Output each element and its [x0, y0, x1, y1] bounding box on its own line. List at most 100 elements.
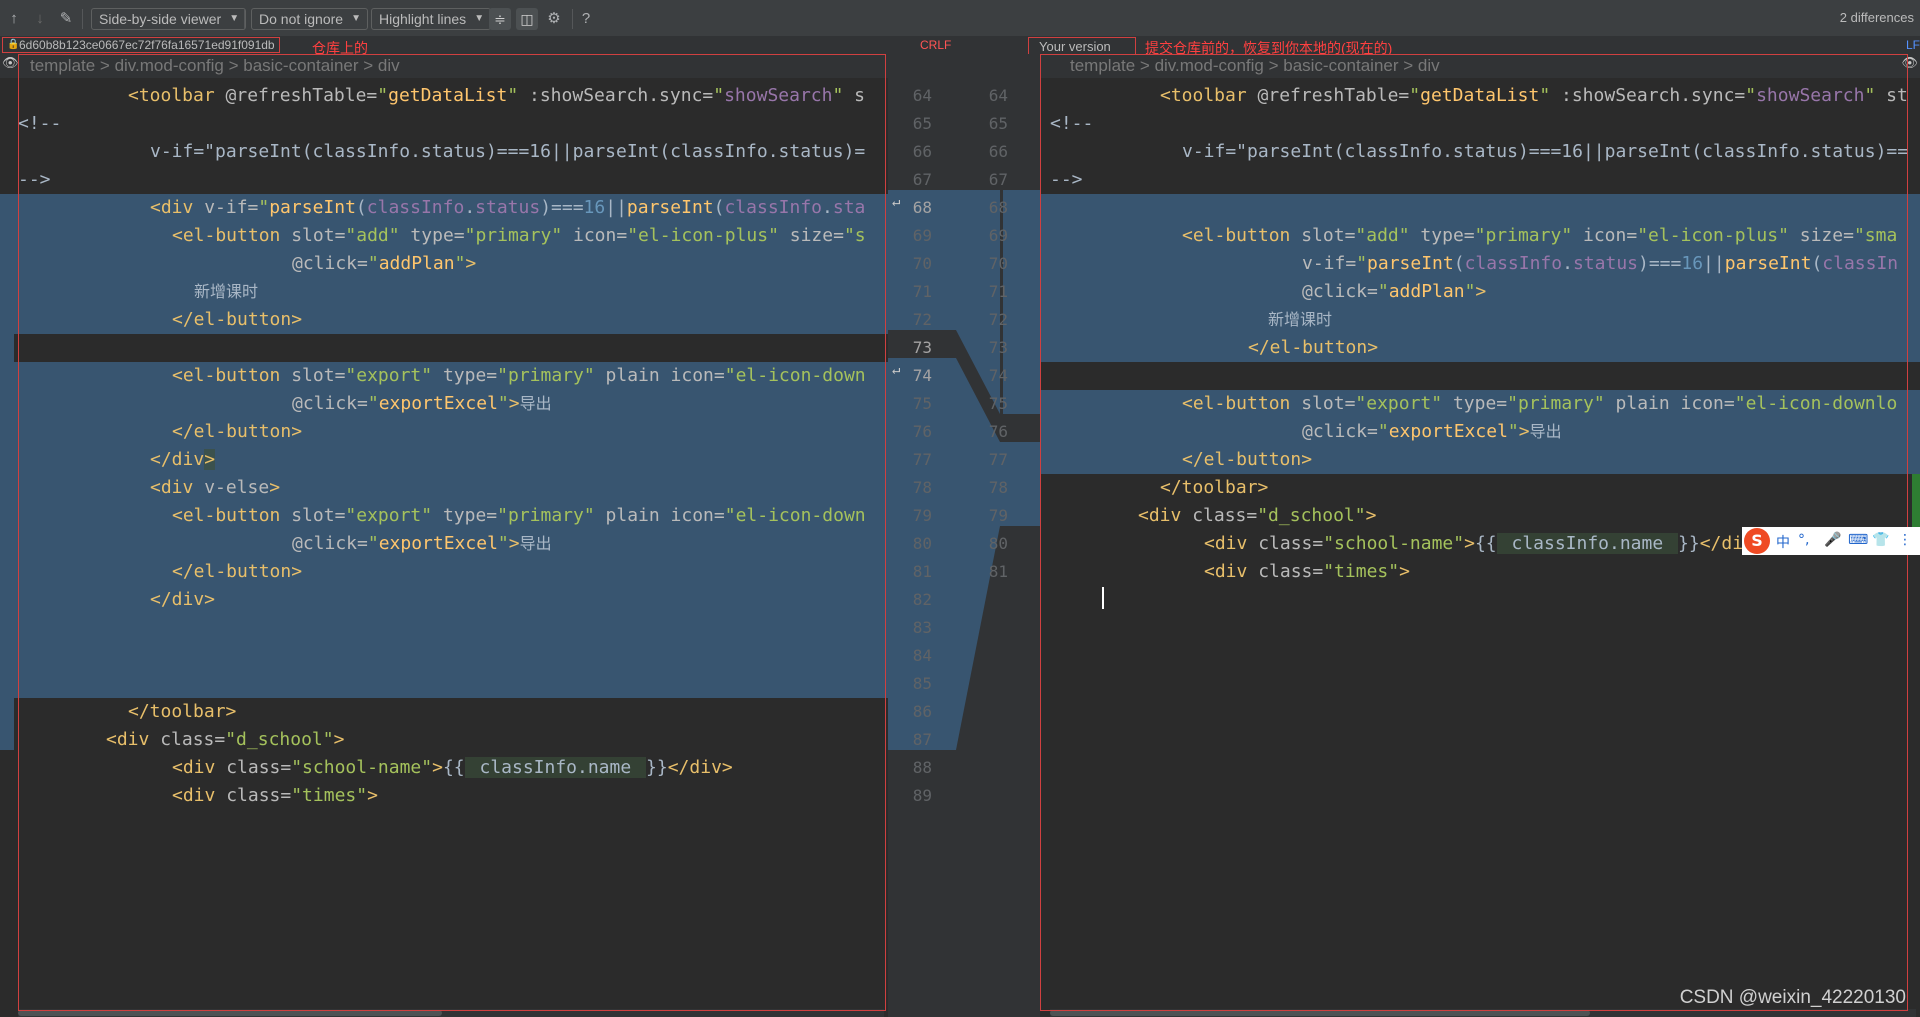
horizontal-scrollbar[interactable]: [1050, 1009, 1916, 1017]
right-line-number: 64: [988, 86, 1008, 105]
left-editor-pane[interactable]: template > div.mod-config > basic-contai…: [0, 54, 888, 1017]
code-line[interactable]: @click="addPlan">: [0, 250, 888, 278]
whitespace-dropdown[interactable]: Do not ignore ▼: [251, 8, 369, 30]
viewer-mode-dropdown[interactable]: Side-by-side viewer ▼: [91, 8, 247, 30]
code-line[interactable]: [1040, 362, 1920, 390]
code-line[interactable]: @click="exportExcel">导出: [0, 390, 888, 418]
code-line[interactable]: <el-button slot="export" type="primary" …: [0, 502, 888, 530]
right-line-number: 65: [988, 114, 1008, 133]
code-line[interactable]: <div class="d_school">: [0, 726, 888, 754]
previous-difference-icon[interactable]: ↑: [4, 9, 24, 29]
code-line[interactable]: <div class="times">: [1040, 558, 1920, 586]
highlight-dropdown[interactable]: Highlight lines ▼: [371, 8, 492, 30]
code-line[interactable]: <el-button slot="add" type="primary" ico…: [1040, 222, 1920, 250]
sogou-logo-icon[interactable]: S: [1744, 528, 1770, 554]
code-line[interactable]: [0, 334, 888, 362]
code-line[interactable]: [0, 614, 888, 642]
code-line[interactable]: </el-button>: [0, 306, 888, 334]
left-line-number: 68: [912, 198, 932, 217]
sync-scroll-icon[interactable]: ◫: [516, 8, 538, 30]
left-line-number: 84: [912, 646, 932, 665]
code-line[interactable]: @click="exportExcel">导出: [1040, 418, 1920, 446]
code-line[interactable]: <!--: [1040, 110, 1920, 138]
code-line[interactable]: v-if="parseInt(classInfo.status)===16||p…: [1040, 250, 1920, 278]
code-line[interactable]: v-if="parseInt(classInfo.status)===16||p…: [0, 138, 888, 166]
help-button[interactable]: ?: [576, 9, 596, 29]
left-line-separator[interactable]: CRLF: [920, 38, 951, 52]
right-line-number: 72: [988, 310, 1008, 329]
code-line[interactable]: </el-button>: [1040, 334, 1920, 362]
right-line-number: 69: [988, 226, 1008, 245]
left-line-number: 88: [912, 758, 932, 777]
code-line[interactable]: <div class="d_school">: [1040, 502, 1920, 530]
diff-header-row: 🔒 6d60b8b123ce0667ec72f76fa16571ed91f091…: [0, 36, 1920, 56]
left-line-number: 82: [912, 590, 932, 609]
text-cursor: [1102, 587, 1104, 609]
code-line[interactable]: -->: [1040, 166, 1920, 194]
left-line-number: 70: [912, 254, 932, 273]
left-code-lines: <toolbar @refreshTable="getDataList" :sh…: [0, 82, 888, 810]
code-line[interactable]: <el-button slot="export" type="primary" …: [1040, 390, 1920, 418]
code-line[interactable]: <el-button slot="export" type="primary" …: [0, 362, 888, 390]
toolbar-separator: [572, 9, 573, 29]
viewer-mode-label: Side-by-side viewer: [99, 11, 222, 27]
next-difference-icon[interactable]: ↓: [30, 9, 50, 29]
left-line-number: 85: [912, 674, 932, 693]
right-code-lines: <toolbar @refreshTable="getDataList" :sh…: [1040, 82, 1920, 586]
left-breadcrumb[interactable]: template > div.mod-config > basic-contai…: [0, 54, 888, 78]
code-line[interactable]: </div>: [0, 446, 888, 474]
code-line[interactable]: 新增课时: [0, 278, 888, 306]
scrollbar-thumb[interactable]: [18, 1010, 442, 1016]
ime-chinese-mode[interactable]: 中: [1776, 532, 1790, 552]
code-line[interactable]: <toolbar @refreshTable="getDataList" :sh…: [0, 82, 888, 110]
right-line-separator[interactable]: LF: [1906, 38, 1920, 52]
code-line[interactable]: <toolbar @refreshTable="getDataList" :sh…: [1040, 82, 1920, 110]
right-line-number: 67: [988, 170, 1008, 189]
code-line[interactable]: 新增课时: [1040, 306, 1920, 334]
left-line-number: 75: [912, 394, 932, 413]
code-line[interactable]: <!--: [0, 110, 888, 138]
skin-icon[interactable]: 👕: [1872, 532, 1889, 548]
code-line[interactable]: [1040, 194, 1920, 222]
left-line-number: 72: [912, 310, 932, 329]
scrollbar-thumb[interactable]: [1050, 1010, 1590, 1016]
horizontal-scrollbar[interactable]: [18, 1009, 884, 1017]
code-line[interactable]: [0, 642, 888, 670]
code-line[interactable]: @click="exportExcel">导出: [0, 530, 888, 558]
left-revision-hash: 6d60b8b123ce0667ec72f76fa16571ed91f091db: [19, 38, 275, 52]
code-line[interactable]: </toolbar>: [1040, 474, 1920, 502]
change-marker: [0, 262, 14, 387]
code-line[interactable]: </toolbar>: [0, 698, 888, 726]
change-marker: [0, 430, 14, 750]
eye-icon[interactable]: 👁: [2, 56, 19, 71]
collapse-unchanged-icon[interactable]: ≑: [489, 8, 511, 30]
code-line[interactable]: <div v-else>: [0, 474, 888, 502]
code-line[interactable]: -->: [0, 166, 888, 194]
chevron-down-icon: ▼: [351, 13, 362, 24]
code-line[interactable]: <div class="times">: [0, 782, 888, 810]
code-line[interactable]: @click="addPlan">: [1040, 278, 1920, 306]
settings-gear-icon[interactable]: ⚙: [544, 9, 564, 29]
right-breadcrumb[interactable]: template > div.mod-config > basic-contai…: [1040, 54, 1920, 78]
code-line[interactable]: [0, 670, 888, 698]
code-line[interactable]: v-if="parseInt(classInfo.status)===16||p…: [1040, 138, 1920, 166]
right-line-number: 80: [988, 534, 1008, 553]
vertical-scroll-marker[interactable]: [1912, 474, 1920, 534]
keyboard-icon[interactable]: ⌨: [1848, 532, 1868, 548]
ime-menu-icon[interactable]: ⋮: [1898, 532, 1912, 548]
code-line[interactable]: </div>: [0, 586, 888, 614]
ime-toolbar[interactable]: S 中 °, 🎤 ⌨ 👕 ⋮: [1742, 527, 1920, 555]
left-line-number: 74: [912, 366, 932, 385]
right-title: Your version: [1028, 37, 1136, 55]
microphone-icon[interactable]: 🎤: [1824, 532, 1841, 548]
edit-source-icon[interactable]: ✎: [56, 9, 76, 29]
code-line[interactable]: </el-button>: [1040, 446, 1920, 474]
code-line[interactable]: </el-button>: [0, 558, 888, 586]
code-line[interactable]: <div v-if="parseInt(classInfo.status)===…: [0, 194, 888, 222]
ime-punctuation-mode[interactable]: °,: [1798, 532, 1809, 548]
eye-icon[interactable]: 👁: [1901, 56, 1918, 71]
code-line[interactable]: </el-button>: [0, 418, 888, 446]
chevron-down-icon: ▼: [474, 13, 485, 24]
code-line[interactable]: <el-button slot="add" type="primary" ico…: [0, 222, 888, 250]
code-line[interactable]: <div class="school-name">{{ classInfo.na…: [0, 754, 888, 782]
